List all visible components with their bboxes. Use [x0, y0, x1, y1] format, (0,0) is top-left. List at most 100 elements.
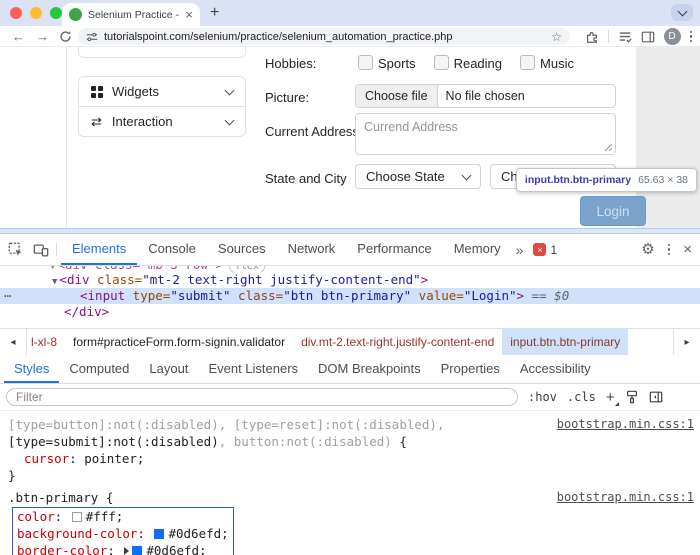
- resize-handle-icon[interactable]: [604, 143, 613, 152]
- login-button[interactable]: Login: [580, 196, 646, 226]
- tab-performance[interactable]: Performance: [346, 234, 442, 265]
- styles-pane-tabs: Styles Computed Layout Event Listeners D…: [0, 355, 700, 384]
- more-tabs-button[interactable]: »: [512, 242, 528, 258]
- breadcrumb-item[interactable]: form#practiceForm.form-signin.validator: [65, 329, 293, 355]
- tab-console[interactable]: Console: [137, 234, 207, 265]
- state-select[interactable]: Choose State: [355, 164, 481, 189]
- checkbox-sports[interactable]: Sports: [358, 55, 416, 71]
- reading-list-icon[interactable]: [618, 30, 632, 44]
- css-rule-selector-line[interactable]: [type=submit]:not(:disabled), button:not…: [8, 433, 694, 450]
- color-swatch[interactable]: [132, 546, 142, 555]
- address-textarea[interactable]: Currend Address: [355, 113, 616, 155]
- tab-elements[interactable]: Elements: [61, 234, 137, 265]
- sidebar-item-label: Interaction: [112, 114, 216, 129]
- selector-unmatched: , button:not(:disabled): [219, 434, 392, 449]
- breadcrumb-scroll-left-button[interactable]: ◂: [0, 329, 27, 355]
- dom-row-div-open[interactable]: ▼<div class="mt-2 text-right justify-con…: [0, 272, 700, 288]
- stylesheet-link[interactable]: bootstrap.min.css:1: [557, 416, 694, 433]
- error-badge-icon[interactable]: ×: [533, 243, 546, 256]
- chevron-down-icon: [225, 116, 235, 126]
- css-declaration[interactable]: border-color: #0d6efd;: [17, 542, 229, 555]
- new-tab-button[interactable]: +: [210, 4, 219, 22]
- tab-sources[interactable]: Sources: [207, 234, 277, 265]
- tab-memory[interactable]: Memory: [443, 234, 512, 265]
- devtools-close-icon[interactable]: ×: [683, 242, 692, 257]
- checkbox-label: Sports: [378, 56, 416, 71]
- checkbox-icon[interactable]: [358, 55, 373, 70]
- extensions-icon[interactable]: [585, 30, 599, 44]
- error-count[interactable]: 1: [550, 243, 557, 257]
- rendering-emulation-icon[interactable]: [625, 390, 639, 404]
- tab-layout[interactable]: Layout: [139, 355, 198, 383]
- tab-network[interactable]: Network: [277, 234, 347, 265]
- css-rule-selector-line[interactable]: .btn-primary { bootstrap.min.css:1: [8, 489, 694, 506]
- back-button[interactable]: ←: [12, 29, 25, 44]
- accordion-item-clipped[interactable]: [78, 47, 246, 58]
- toggle-classes[interactable]: .cls: [567, 390, 596, 404]
- tab-properties[interactable]: Properties: [431, 355, 510, 383]
- device-toolbar-icon[interactable]: [33, 242, 49, 258]
- minimize-window-button[interactable]: [30, 7, 42, 19]
- url-text[interactable]: tutorialspoint.com/selenium/practice/sel…: [104, 31, 545, 43]
- profile-avatar[interactable]: D: [664, 28, 681, 45]
- browser-toolbar: ← → tutorialspoint.com/selenium/practice…: [0, 26, 700, 47]
- tab-accessibility[interactable]: Accessibility: [510, 355, 601, 383]
- browser-menu-button[interactable]: [690, 31, 693, 43]
- file-input[interactable]: Choose file No file chosen: [355, 84, 616, 108]
- browser-tab[interactable]: Selenium Practice - Student F ×: [62, 3, 200, 26]
- toggle-hover-state[interactable]: :hov: [528, 390, 557, 404]
- tab-search-button[interactable]: [671, 4, 693, 21]
- css-declaration[interactable]: color: #fff;: [17, 508, 229, 525]
- property-value: #0d6efd;: [146, 543, 206, 555]
- colon: :: [69, 451, 84, 466]
- choose-file-button[interactable]: Choose file: [356, 85, 438, 107]
- tab-computed[interactable]: Computed: [59, 355, 139, 383]
- css-declaration[interactable]: background-color: #0d6efd;: [17, 525, 229, 542]
- checkbox-icon[interactable]: [520, 55, 535, 70]
- css-declaration[interactable]: cursor: pointer;: [8, 450, 694, 467]
- breadcrumb-scroll-right-button[interactable]: ▸: [673, 329, 700, 355]
- sidebar-item-widgets[interactable]: Widgets: [78, 76, 246, 107]
- expand-triangle-icon[interactable]: [124, 547, 129, 555]
- styles-filter-input[interactable]: Filter: [6, 388, 518, 406]
- hobbies-group: Sports Reading Music: [358, 55, 574, 71]
- sidebar-item-interaction[interactable]: ⇄ Interaction: [78, 106, 246, 137]
- selector-unmatched: [type=button]:not(:disabled), [type=rese…: [8, 416, 445, 433]
- checkbox-icon[interactable]: [434, 55, 449, 70]
- devtools-menu-button[interactable]: [668, 244, 671, 256]
- site-settings-icon[interactable]: [86, 31, 98, 43]
- property-value: #fff;: [86, 509, 124, 524]
- filter-placeholder: Filter: [16, 390, 43, 404]
- checkbox-reading[interactable]: Reading: [434, 55, 502, 71]
- tab-dom-breakpoints[interactable]: DOM Breakpoints: [308, 355, 431, 383]
- breadcrumb-item[interactable]: l-xl-8: [27, 329, 65, 355]
- checkbox-music[interactable]: Music: [520, 55, 574, 71]
- new-style-rule-button[interactable]: +: [606, 390, 615, 405]
- url-bar[interactable]: tutorialspoint.com/selenium/practice/sel…: [78, 28, 570, 45]
- tab-styles[interactable]: Styles: [4, 355, 59, 383]
- maximize-window-button[interactable]: [50, 7, 62, 19]
- sidebar-toggle-icon[interactable]: [649, 390, 663, 404]
- tab-event-listeners[interactable]: Event Listeners: [198, 355, 308, 383]
- color-swatch[interactable]: [72, 512, 82, 522]
- reload-button[interactable]: [59, 30, 72, 43]
- breadcrumb-item-selected[interactable]: input.btn.btn-primary: [502, 329, 628, 355]
- stylesheet-link[interactable]: bootstrap.min.css:1: [557, 489, 694, 506]
- attr-name: type=: [125, 288, 170, 303]
- dom-row-input-selected[interactable]: ⋯<input type="submit" class="btn btn-pri…: [0, 288, 700, 304]
- color-swatch[interactable]: [154, 529, 164, 539]
- tooltip-dimensions: 65.63 × 38: [638, 174, 688, 186]
- dom-row-div-close[interactable]: </div>: [0, 304, 700, 320]
- breadcrumb-item[interactable]: div.mt-2.text-right.justify-content-end: [293, 329, 502, 355]
- css-rule-selector-line[interactable]: [type=button]:not(:disabled), [type=rese…: [8, 416, 694, 433]
- expand-arrow-icon[interactable]: ▼: [52, 277, 57, 287]
- tab-close-icon[interactable]: ×: [185, 8, 193, 21]
- hobbies-label: Hobbies:: [265, 56, 316, 71]
- settings-gear-icon[interactable]: ⚙: [641, 242, 654, 257]
- more-actions-icon[interactable]: ⋯: [4, 288, 13, 304]
- inspect-element-icon[interactable]: [8, 242, 24, 258]
- close-window-button[interactable]: [10, 7, 22, 19]
- forward-button[interactable]: →: [36, 29, 49, 44]
- side-panel-icon[interactable]: [641, 30, 655, 44]
- bookmark-star-icon[interactable]: ☆: [551, 30, 562, 44]
